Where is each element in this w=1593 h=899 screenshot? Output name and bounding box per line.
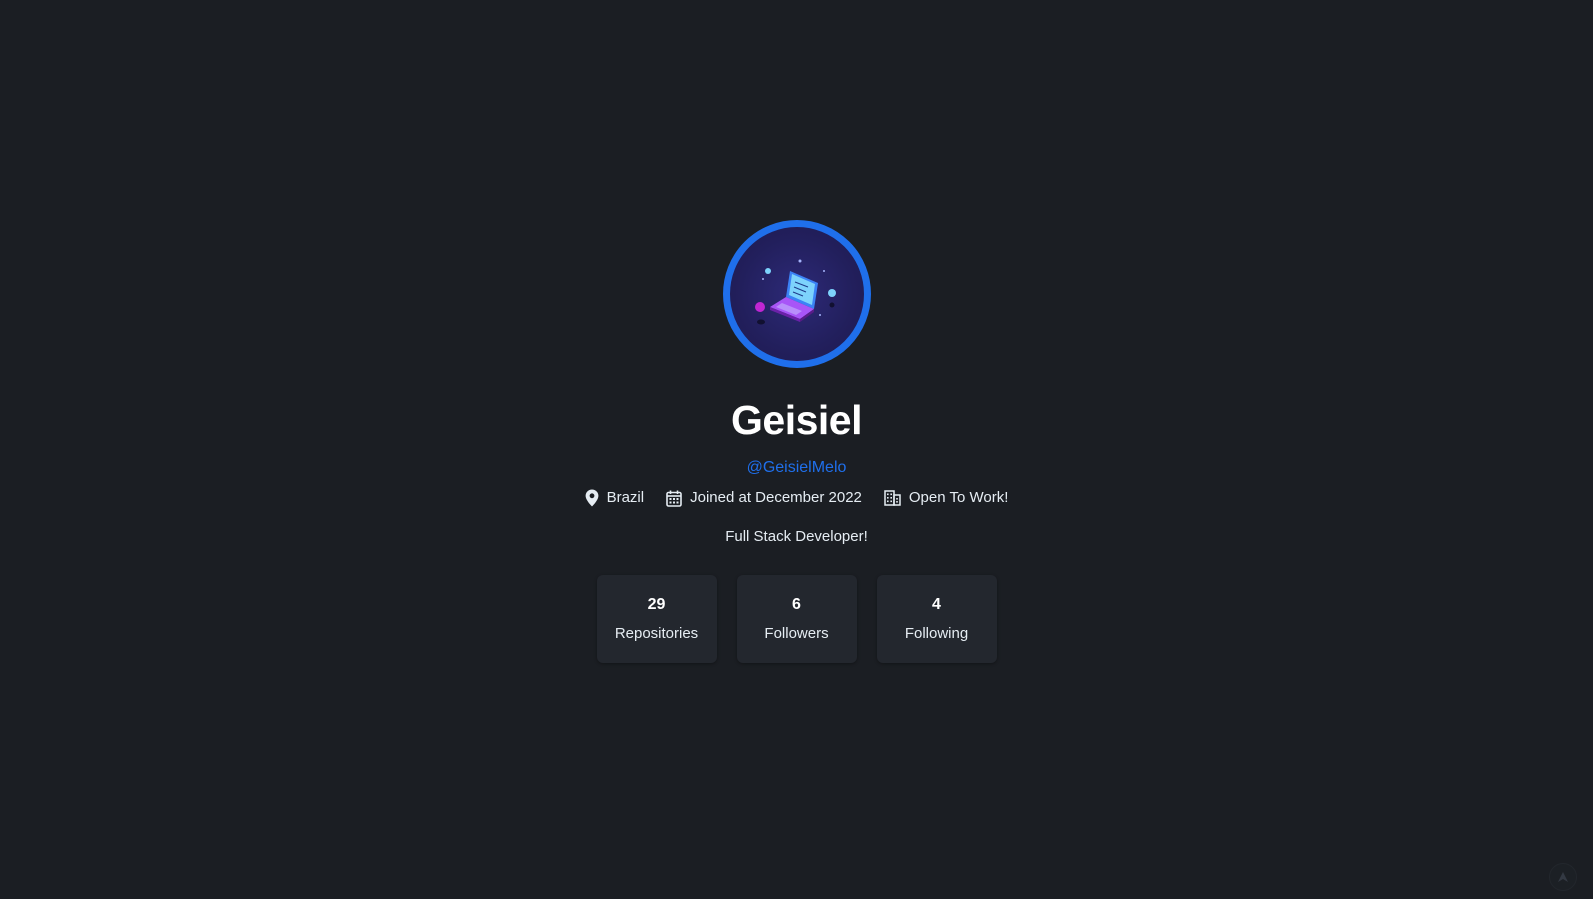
stat-label: Followers: [764, 624, 829, 642]
company-item: Open To Work!: [884, 488, 1009, 508]
calendar-icon: [666, 490, 682, 507]
avatar: [722, 220, 871, 368]
map-pin-icon: [585, 489, 598, 507]
profile-name: Geisiel: [731, 397, 862, 443]
stat-value: 29: [647, 595, 666, 613]
profile-section: Geisiel @GeisielMelo Brazil Joined at De…: [0, 220, 1593, 663]
location-text: Brazil: [606, 489, 645, 506]
stat-label: Repositories: [614, 624, 699, 642]
location-item: Brazil: [585, 488, 645, 508]
stat-label: Following: [904, 624, 969, 642]
stat-card-following[interactable]: 4 Following: [876, 575, 997, 663]
page: Geisiel @GeisielMelo Brazil Joined at De…: [0, 0, 1593, 899]
arrow-up-icon: [1558, 872, 1568, 882]
stat-value: 6: [792, 595, 801, 613]
profile-bio: Full Stack Developer!: [725, 528, 868, 545]
profile-login-link[interactable]: @GeisielMelo: [747, 458, 847, 478]
stat-card-followers[interactable]: 6 Followers: [736, 575, 857, 663]
building-icon: [884, 490, 901, 506]
stats-row: 29 Repositories 6 Followers 4 Following: [596, 575, 997, 663]
laptop-illustration-icon: [754, 259, 836, 325]
profile-meta: Brazil Joined at December 2022 Open To W…: [585, 488, 1009, 508]
stat-value: 4: [932, 595, 941, 613]
company-text: Open To Work!: [908, 489, 1009, 506]
joined-item: Joined at December 2022: [666, 488, 862, 508]
stat-card-repositories[interactable]: 29 Repositories: [596, 575, 717, 663]
joined-text: Joined at December 2022: [690, 489, 862, 506]
scroll-to-top-button[interactable]: [1549, 863, 1577, 891]
